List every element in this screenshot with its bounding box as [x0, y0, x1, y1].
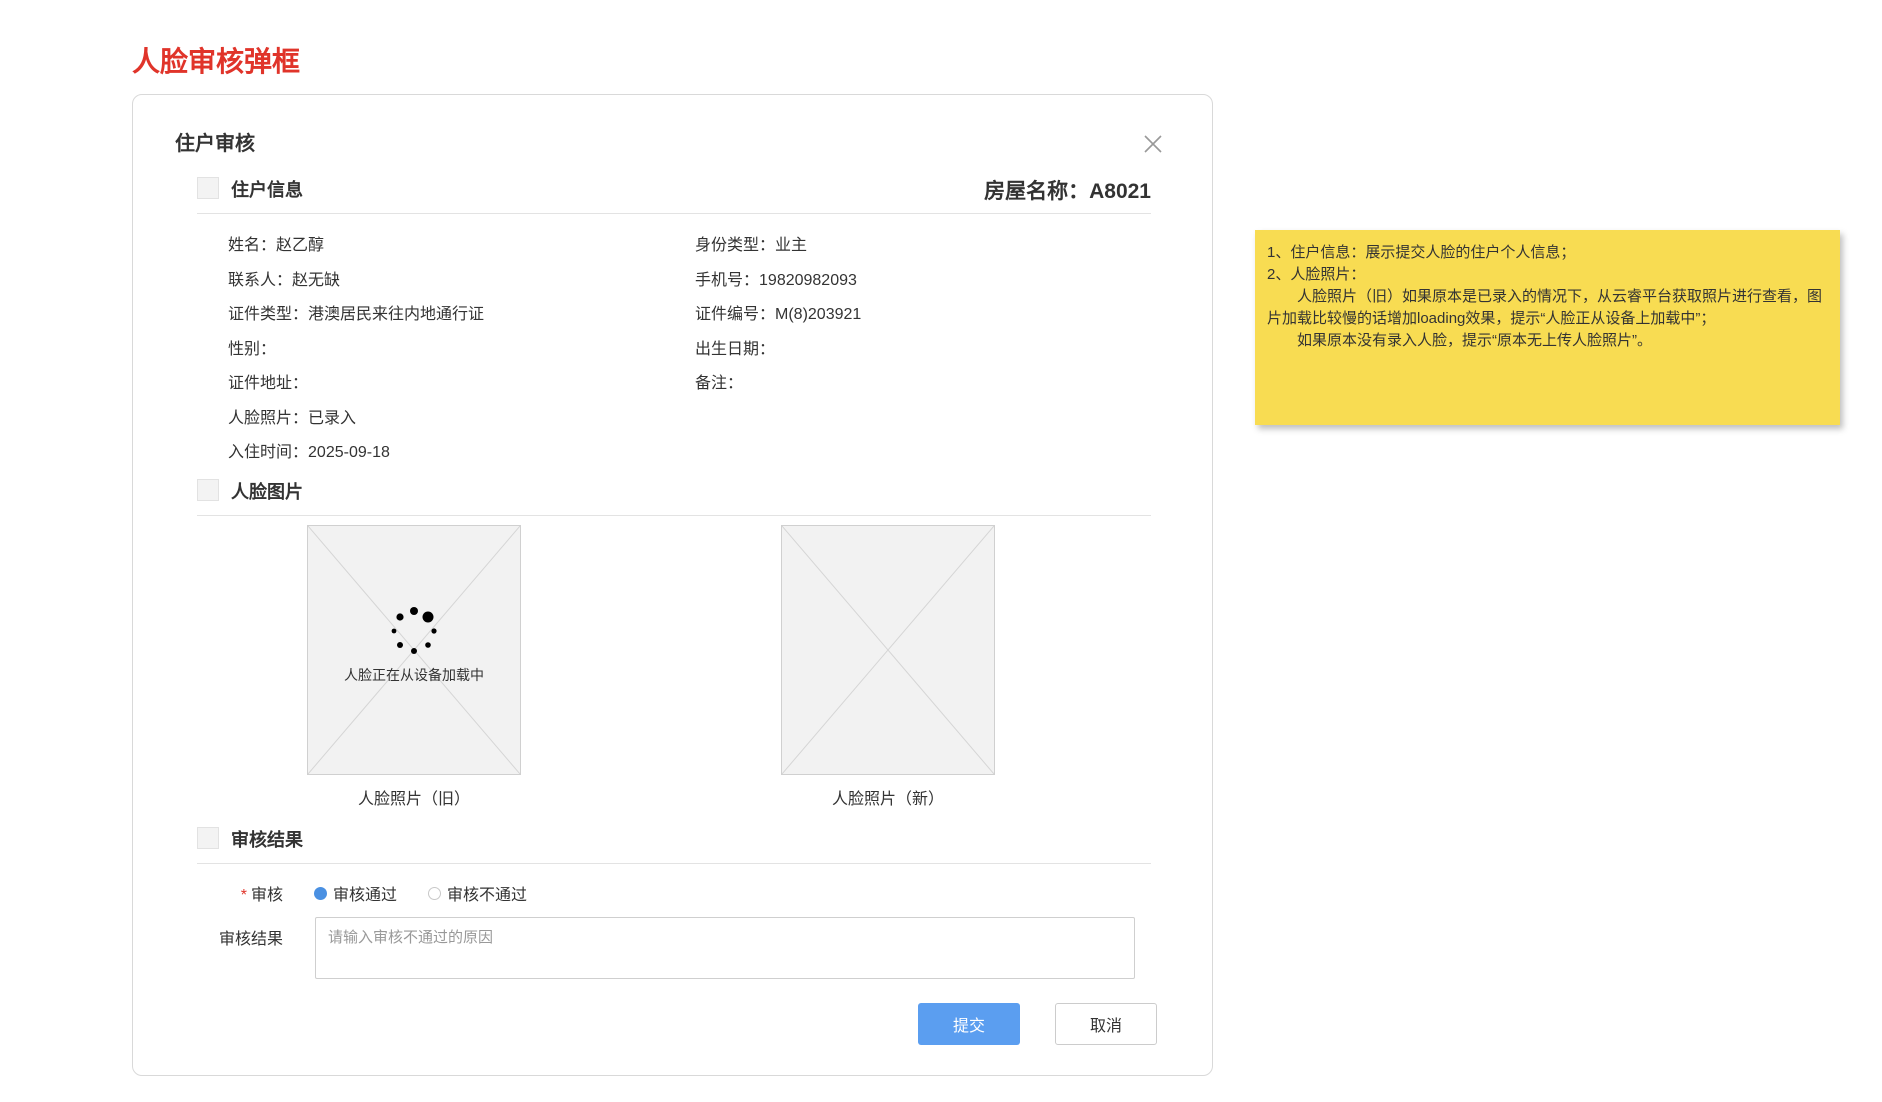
info-field-label: 姓名： — [228, 237, 277, 254]
new-photo-caption: 人脸照片（新） — [831, 791, 944, 808]
info-field-value: 赵乙醇 — [276, 237, 325, 254]
radio-dot[interactable] — [314, 886, 327, 900]
info-field-label: 证件编号： — [695, 306, 776, 323]
info-field: 入住时间：2025-09-18 — [228, 438, 390, 462]
loading-indicator: 人脸正在从设备加载中 — [308, 606, 520, 685]
resident-info-section-header: 住户信息 房屋名称：A8021 — [197, 167, 1151, 214]
section-image-icon — [197, 827, 219, 849]
info-field: 身份类型：业主 — [695, 231, 807, 255]
info-field-value: 已录入 — [308, 409, 357, 427]
info-field-label: 证件类型： — [228, 306, 309, 323]
info-field-label: 证件地址： — [228, 375, 309, 392]
info-field-value: 业主 — [775, 237, 808, 254]
note-line: 人脸照片（旧）如果原本是已录入的情况下，从云睿平台获取照片进行查看，图片加载比较… — [1267, 288, 1823, 327]
info-field-label: 出生日期： — [695, 340, 776, 358]
radio-reject[interactable]: 审核不通过 — [428, 881, 527, 905]
face-photo-section-header: 人脸图片 — [197, 469, 1151, 516]
info-field: 性别： — [228, 335, 276, 359]
close-icon[interactable] — [1141, 132, 1165, 156]
loading-spinner-icon — [391, 607, 437, 654]
info-field-value: 2025-09-18 — [308, 444, 390, 461]
info-field: 联系人：赵无缺 — [228, 266, 340, 290]
cancel-button[interactable]: 取消 — [1055, 1003, 1157, 1045]
info-field: 姓名：赵乙醇 — [228, 231, 324, 255]
info-field: 证件编号：M(8)203921 — [695, 300, 861, 324]
image-placeholder-icon — [782, 526, 994, 774]
required-mark: * — [240, 887, 247, 904]
review-result-label: 审核结果 — [218, 931, 283, 948]
old-photo-caption: 人脸照片（旧） — [357, 791, 470, 808]
info-field-value: 港澳居民来往内地通行证 — [308, 306, 485, 323]
section-title: 审核结果 — [231, 830, 303, 850]
info-field-label: 身份类型： — [695, 237, 776, 254]
section-title: 住户信息 — [231, 180, 303, 200]
reason-input[interactable] — [315, 917, 1135, 979]
info-field: 证件地址： — [228, 369, 308, 393]
new-face-photo — [781, 525, 995, 775]
info-field-label: 联系人： — [228, 271, 293, 289]
info-field-value: 赵无缺 — [292, 271, 341, 289]
info-field: 出生日期： — [695, 335, 775, 359]
annotation-note: 1、住户信息：展示提交人脸的住户个人信息； 2、人脸照片： 人脸照片（旧）如果原… — [1255, 230, 1840, 425]
old-face-photo: 人脸正在从设备加载中 — [307, 525, 521, 775]
info-field: 证件类型：港澳居民来往内地通行证 — [228, 300, 484, 324]
info-field: 手机号：19820982093 — [695, 266, 857, 290]
info-field-value: M(8)203921 — [775, 306, 862, 323]
info-field-label: 性别： — [228, 340, 277, 358]
resident-review-dialog: 住户审核 住户信息 房屋名称：A8021 姓名：赵乙醇 联系人：赵无缺 证件类型：港… — [132, 94, 1213, 1076]
review-label: * 审核 — [240, 887, 283, 904]
section-image-icon — [197, 177, 219, 199]
note-line: 如果原本没有录入人脸，提示“原本无上传人脸照片”。 — [1267, 332, 1652, 349]
info-field-label: 手机号： — [695, 271, 760, 289]
page-heading: 人脸审核弹框 — [132, 45, 301, 78]
loading-text: 人脸正在从设备加载中 — [344, 667, 484, 683]
info-field-label: 人脸照片： — [228, 409, 309, 427]
dialog-title: 住户审核 — [175, 133, 255, 155]
house-name: 房屋名称：A8021 — [984, 180, 1151, 203]
radio-dot[interactable] — [428, 886, 441, 900]
note-line: 2、人脸照片： — [1267, 266, 1366, 283]
radio-approve[interactable]: 审核通过 — [314, 881, 397, 905]
info-field: 人脸照片：已录入 — [228, 404, 356, 428]
section-image-icon — [197, 479, 219, 501]
info-field-label: 备注： — [695, 375, 744, 392]
info-field-value: 19820982093 — [759, 271, 857, 289]
submit-button[interactable]: 提交 — [918, 1003, 1020, 1045]
info-field: 备注： — [695, 369, 743, 393]
section-title: 人脸图片 — [231, 482, 303, 502]
note-line: 1、住户信息：展示提交人脸的住户个人信息； — [1267, 244, 1576, 261]
info-field-label: 入住时间： — [228, 444, 309, 461]
review-result-section-header: 审核结果 — [197, 817, 1151, 864]
